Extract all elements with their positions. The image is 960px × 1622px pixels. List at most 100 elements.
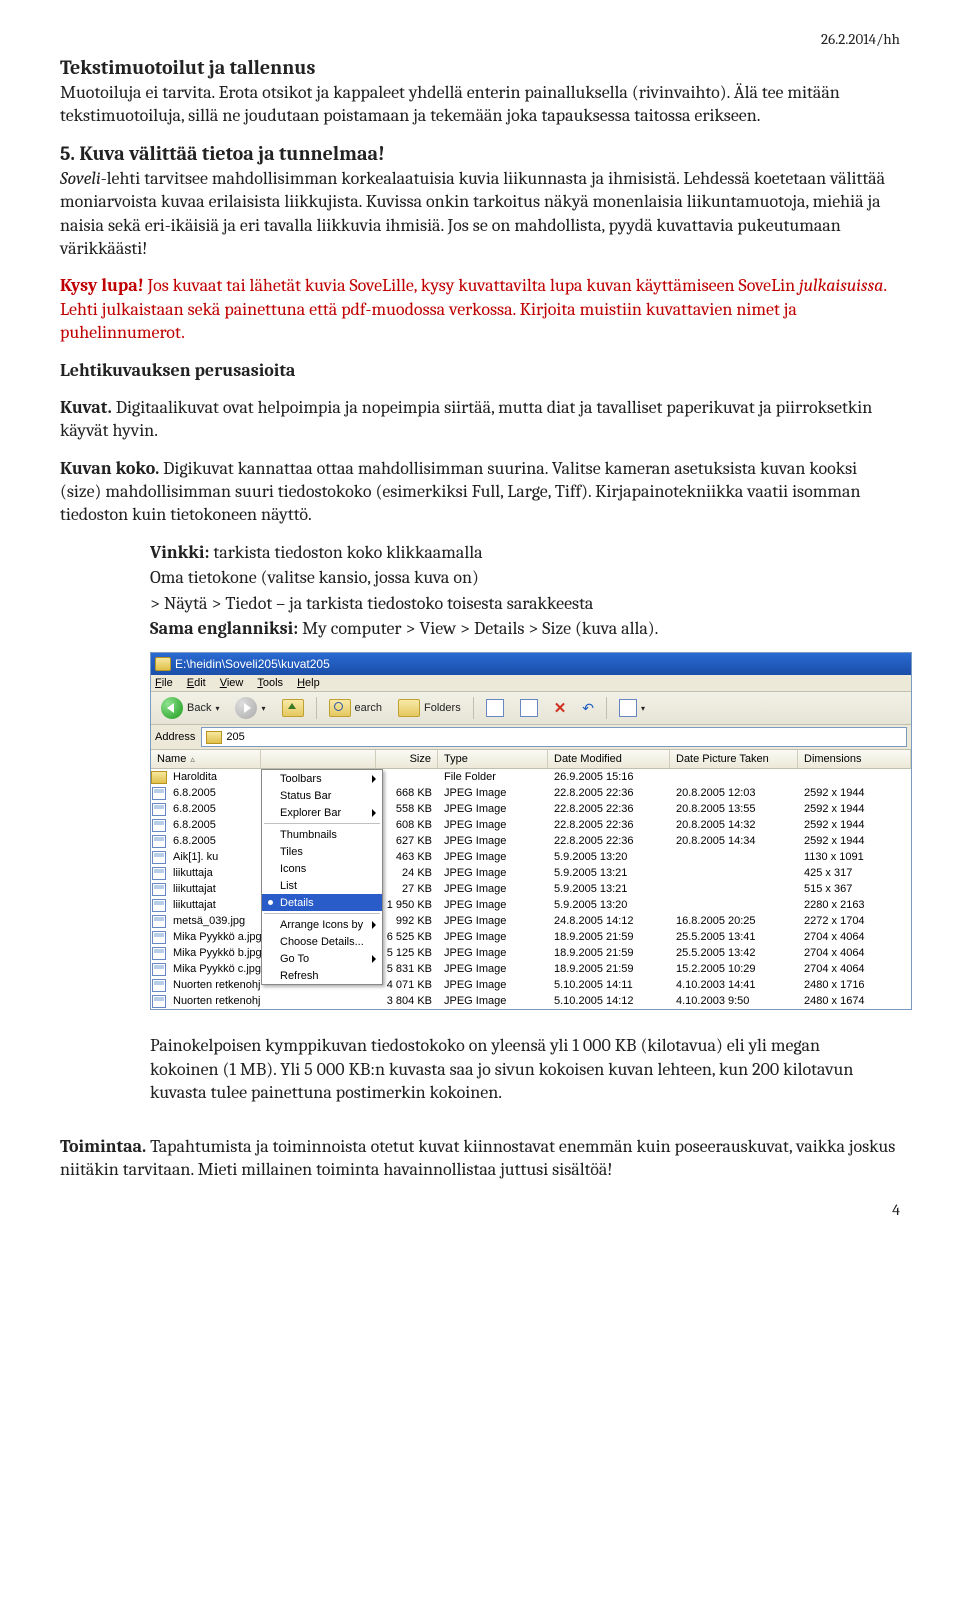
file-date-cell: 22.8.2005 22:36 xyxy=(548,819,670,831)
section2-p1-rest: -lehti tarvitsee mahdollisimman korkeala… xyxy=(60,168,885,259)
delete-button[interactable]: ✕ xyxy=(548,696,573,720)
file-date-cell: 5.10.2005 14:11 xyxy=(548,979,670,991)
sort-asc-icon: ▵ xyxy=(190,754,195,765)
vinkki-line3: > Näytä > Tiedot – ja tarkista tiedostok… xyxy=(150,592,880,615)
file-taken-cell: 20.8.2005 13:55 xyxy=(670,803,798,815)
file-name-cell: Mika Pyykkö a.jpg xyxy=(167,931,261,943)
view-menu-item[interactable]: List xyxy=(262,877,382,894)
file-type-cell: JPEG Image xyxy=(438,915,548,927)
view-menu-item[interactable]: Details xyxy=(262,894,382,911)
submenu-arrow-icon xyxy=(372,809,376,817)
file-date-cell: 18.9.2005 21:59 xyxy=(548,947,670,959)
column-date-modified[interactable]: Date Modified xyxy=(548,750,670,768)
view-menu-item[interactable]: Icons xyxy=(262,860,382,877)
view-menu-item[interactable]: Refresh xyxy=(262,967,382,984)
file-size-cell: 4 071 KB xyxy=(376,979,438,991)
file-type-cell: JPEG Image xyxy=(438,963,548,975)
file-name-cell: Haroldita xyxy=(167,771,261,783)
toolbar-separator xyxy=(316,697,317,719)
toolbar-separator xyxy=(606,697,607,719)
file-date-cell: 5.9.2005 13:21 xyxy=(548,867,670,879)
file-dimensions-cell: 2592 x 1944 xyxy=(798,835,911,847)
file-size-cell: 27 KB xyxy=(376,883,438,895)
soveli-italic: Soveli xyxy=(60,168,101,189)
address-label: Address xyxy=(155,731,195,743)
column-type[interactable]: Type xyxy=(438,750,548,768)
menu-file[interactable]: File xyxy=(155,677,173,689)
view-menu-item[interactable]: Status Bar xyxy=(262,787,382,804)
views-button[interactable]: ▾ xyxy=(613,696,651,720)
toimintaa-label: Toimintaa. xyxy=(60,1136,146,1157)
view-menu-item[interactable]: Choose Details... xyxy=(262,933,382,950)
table-row[interactable]: Nuorten retkenohjaajakurs...3 804 KBJPEG… xyxy=(151,993,911,1009)
menu-view[interactable]: View xyxy=(220,677,244,689)
image-file-icon xyxy=(151,931,167,944)
up-folder-icon xyxy=(282,699,304,717)
file-type-cell: JPEG Image xyxy=(438,851,548,863)
back-label: Back xyxy=(187,702,211,714)
file-dimensions-cell: 2272 x 1704 xyxy=(798,915,911,927)
file-dimensions-cell: 515 x 367 xyxy=(798,883,911,895)
file-date-cell: 22.8.2005 22:36 xyxy=(548,835,670,847)
file-list: ToolbarsStatus BarExplorer Bar Thumbnails… xyxy=(151,769,911,1009)
image-file-icon xyxy=(151,787,167,800)
file-size-cell: 5 831 KB xyxy=(376,963,438,975)
forward-button[interactable]: ▾ xyxy=(229,696,271,720)
page-number: 4 xyxy=(60,1201,900,1219)
move-to-button[interactable] xyxy=(480,696,510,720)
file-size-cell: 627 KB xyxy=(376,835,438,847)
view-menu-item[interactable]: Go To xyxy=(262,950,382,967)
file-date-cell: 5.9.2005 13:20 xyxy=(548,851,670,863)
address-value: 205 xyxy=(226,731,244,743)
folder-icon xyxy=(206,731,222,744)
back-button[interactable]: Back ▾ xyxy=(155,696,225,720)
copy-to-button[interactable] xyxy=(514,696,544,720)
file-name-cell: liikuttaja xyxy=(167,867,261,879)
column-date-taken[interactable]: Date Picture Taken xyxy=(670,750,798,768)
menu-help[interactable]: Help xyxy=(297,677,320,689)
file-dimensions-cell: 2480 x 1674 xyxy=(798,995,911,1007)
folder-icon xyxy=(151,771,167,784)
file-name-cell: 6.8.2005 xyxy=(167,835,261,847)
view-menu-item[interactable]: Explorer Bar xyxy=(262,804,382,821)
file-type-cell: JPEG Image xyxy=(438,979,548,991)
column-name[interactable]: Name▵ xyxy=(151,750,261,768)
file-dimensions-cell: 2592 x 1944 xyxy=(798,787,911,799)
folders-button[interactable]: Folders xyxy=(392,696,467,720)
file-dimensions-cell: 2704 x 4064 xyxy=(798,931,911,943)
section2-title: 5. Kuva välittää tietoa ja tunnelmaa! xyxy=(60,142,900,165)
image-file-icon xyxy=(151,979,167,992)
folders-label: Folders xyxy=(424,702,461,714)
document-date: 26.2.2014/hh xyxy=(60,30,900,48)
column-dimensions[interactable]: Dimensions xyxy=(798,750,911,768)
address-input[interactable]: 205 xyxy=(201,727,907,747)
view-menu-item[interactable]: Thumbnails xyxy=(262,826,382,843)
image-file-icon xyxy=(151,963,167,976)
painokelpoisen-paragraph: Painokelpoisen kymppikuvan tiedostokoko … xyxy=(150,1034,880,1104)
search-button[interactable]: earch xyxy=(323,696,389,720)
file-date-cell: 22.8.2005 22:36 xyxy=(548,803,670,815)
undo-button[interactable]: ↶ xyxy=(576,696,600,720)
kuvan-koko-paragraph: Kuvan koko. Digikuvat kannattaa ottaa ma… xyxy=(60,457,900,527)
image-file-icon xyxy=(151,947,167,960)
toolbar-separator xyxy=(473,697,474,719)
view-menu-item[interactable]: Tiles xyxy=(262,843,382,860)
menu-tools[interactable]: Tools xyxy=(257,677,283,689)
file-date-cell: 22.8.2005 22:36 xyxy=(548,787,670,799)
column-size[interactable]: Size xyxy=(376,750,438,768)
file-type-cell: JPEG Image xyxy=(438,947,548,959)
view-menu-item[interactable]: Toolbars xyxy=(262,770,382,787)
image-file-icon xyxy=(151,915,167,928)
file-type-cell: JPEG Image xyxy=(438,835,548,847)
section2-p1: Soveli-lehti tarvitsee mahdollisimman ko… xyxy=(60,167,900,261)
file-size-cell: 6 525 KB xyxy=(376,931,438,943)
file-name-cell: Mika Pyykkö b.jpg xyxy=(167,947,261,959)
up-button[interactable] xyxy=(276,696,310,720)
menu-edit[interactable]: Edit xyxy=(187,677,206,689)
image-file-icon xyxy=(151,819,167,832)
file-size-cell: 1 950 KB xyxy=(376,899,438,911)
file-type-cell: JPEG Image xyxy=(438,819,548,831)
kuvan-koko-body: Digikuvat kannattaa ottaa mahdollisimman… xyxy=(60,458,861,526)
file-date-cell: 24.8.2005 14:12 xyxy=(548,915,670,927)
view-menu-item[interactable]: Arrange Icons by xyxy=(262,916,382,933)
